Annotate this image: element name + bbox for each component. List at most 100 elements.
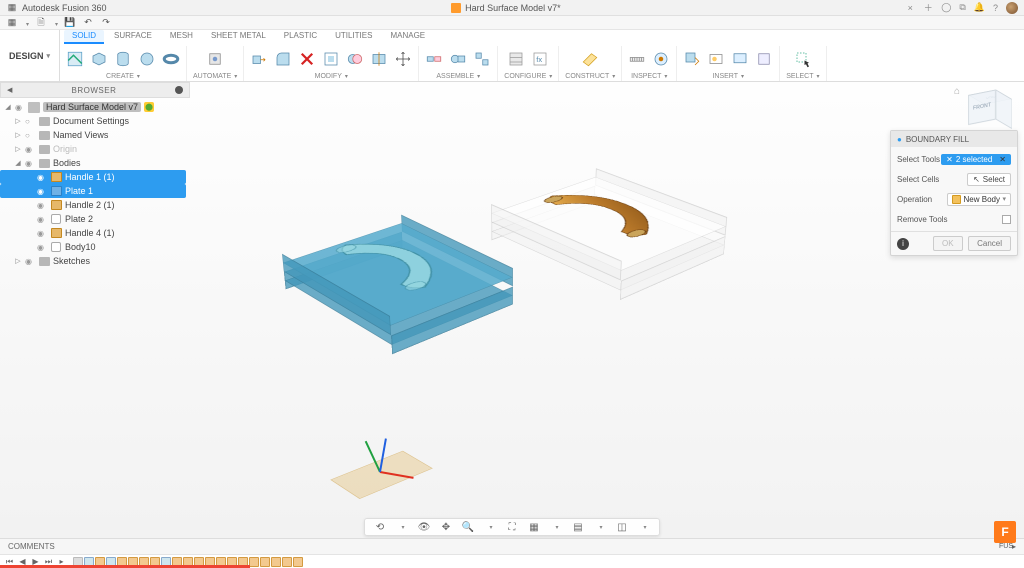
- new-sketch-button[interactable]: [64, 48, 86, 70]
- sphere-button[interactable]: [136, 48, 158, 70]
- file-menu-icon[interactable]: 🗎: [35, 17, 47, 29]
- operation-dropdown[interactable]: New Body ▾: [947, 193, 1011, 206]
- timeline-feature[interactable]: [260, 557, 270, 567]
- model-plate-2[interactable]: [491, 186, 725, 281]
- tree-node[interactable]: ◉Handle 4 (1): [0, 226, 190, 240]
- fit-icon[interactable]: ⛶: [505, 520, 519, 534]
- insert-derive-button[interactable]: [681, 48, 703, 70]
- insert-decal-button[interactable]: [705, 48, 727, 70]
- data-panel-icon[interactable]: ◯: [941, 2, 951, 13]
- show-data-panel-icon[interactable]: ▦: [6, 17, 18, 29]
- press-pull-button[interactable]: [248, 48, 270, 70]
- home-view-icon[interactable]: ⌂: [954, 86, 964, 96]
- timeline-feature[interactable]: [271, 557, 281, 567]
- help-icon[interactable]: ?: [993, 3, 998, 13]
- zoom-icon[interactable]: 🔍: [461, 520, 475, 534]
- new-tab-button[interactable]: ＋: [923, 3, 933, 13]
- timeline-feature[interactable]: [282, 557, 292, 567]
- orbit-icon[interactable]: ⟲: [373, 520, 387, 534]
- fillet-button[interactable]: [272, 48, 294, 70]
- info-icon[interactable]: i: [897, 238, 909, 250]
- tab-solid[interactable]: SOLID: [64, 30, 104, 44]
- tree-node[interactable]: ◉Plate 1: [0, 184, 186, 198]
- qat-dropdown[interactable]: [24, 18, 29, 28]
- group-label-construct[interactable]: CONSTRUCT: [563, 72, 617, 81]
- user-avatar[interactable]: [1006, 2, 1018, 14]
- cursor-icon: ↖: [973, 175, 980, 184]
- rigid-group-button[interactable]: [471, 48, 493, 70]
- group-label-automate[interactable]: AUTOMATE: [191, 72, 239, 81]
- tree-root[interactable]: ◢◉ Hard Surface Model v7 ⬤: [0, 100, 190, 114]
- shell-button[interactable]: [320, 48, 342, 70]
- boundary-fill-panel: BOUNDARY FILL Select Tools ✕ 2 selected …: [890, 130, 1018, 256]
- select-tools-chip[interactable]: ✕ 2 selected ✕: [941, 154, 1011, 165]
- model-plate-1[interactable]: [284, 232, 513, 336]
- notifications-icon[interactable]: 🔔: [974, 2, 985, 13]
- move-button[interactable]: [392, 48, 414, 70]
- tab-utilities[interactable]: UTILITIES: [327, 30, 380, 44]
- select-cells-button[interactable]: ↖ Select: [967, 173, 1011, 186]
- group-label-select[interactable]: SELECT: [784, 72, 821, 81]
- configure-button[interactable]: [505, 48, 527, 70]
- look-at-icon[interactable]: 👁: [417, 520, 431, 534]
- panel-header[interactable]: BOUNDARY FILL: [891, 131, 1017, 147]
- group-label-create[interactable]: CREATE: [104, 72, 142, 81]
- warning-icon[interactable]: ⬤: [144, 102, 154, 112]
- tab-sheet-metal[interactable]: SHEET METAL: [203, 30, 274, 44]
- undo-icon[interactable]: ↶: [82, 17, 94, 29]
- group-label-configure[interactable]: CONFIGURE: [502, 72, 554, 81]
- group-label-insert[interactable]: INSERT: [710, 72, 746, 81]
- save-icon[interactable]: 💾: [64, 17, 76, 29]
- tree-node[interactable]: ◉Handle 1 (1): [0, 170, 186, 184]
- tab-mesh[interactable]: MESH: [162, 30, 201, 44]
- comments-bar[interactable]: COMMENTS ▸: [0, 538, 1024, 554]
- browser-header[interactable]: ◀ BROWSER: [0, 82, 190, 98]
- construct-plane-button[interactable]: [579, 48, 601, 70]
- extensions-icon[interactable]: ⧉: [959, 2, 965, 13]
- tree-node[interactable]: ◉Body10: [0, 240, 190, 254]
- tab-plastic[interactable]: PLASTIC: [276, 30, 325, 44]
- measure-button[interactable]: [626, 48, 648, 70]
- joint-button[interactable]: [423, 48, 445, 70]
- group-label-assemble[interactable]: ASSEMBLE: [434, 72, 482, 81]
- change-parameters-button[interactable]: fx: [529, 48, 551, 70]
- pan-icon[interactable]: ✥: [439, 520, 453, 534]
- tab-manage[interactable]: MANAGE: [382, 30, 433, 44]
- ok-button[interactable]: OK: [933, 236, 963, 251]
- insert-svg-button[interactable]: [753, 48, 775, 70]
- tree-node[interactable]: ▷○Named Views: [0, 128, 190, 142]
- insert-canvas-button[interactable]: [729, 48, 751, 70]
- remove-tools-checkbox[interactable]: [1002, 215, 1011, 224]
- view-cube[interactable]: ⌂ TOP FRONT: [968, 90, 1012, 134]
- as-built-joint-button[interactable]: [447, 48, 469, 70]
- delete-button[interactable]: [296, 48, 318, 70]
- timeline-feature[interactable]: [249, 557, 259, 567]
- viewports-icon[interactable]: ◫: [615, 520, 629, 534]
- clear-selection-icon[interactable]: ✕: [999, 155, 1006, 164]
- torus-button[interactable]: [160, 48, 182, 70]
- combine-button[interactable]: [344, 48, 366, 70]
- tree-node[interactable]: ▷◉Origin: [0, 142, 190, 156]
- browser-options-icon[interactable]: [175, 86, 183, 94]
- box-button[interactable]: [88, 48, 110, 70]
- group-label-modify[interactable]: MODIFY: [313, 72, 350, 81]
- automate-button[interactable]: [204, 48, 226, 70]
- section-analysis-button[interactable]: [650, 48, 672, 70]
- group-label-inspect[interactable]: INSPECT: [629, 72, 669, 81]
- tab-surface[interactable]: SURFACE: [106, 30, 160, 44]
- tree-node[interactable]: ▷◉Sketches: [0, 254, 190, 268]
- tree-node[interactable]: ◉Plate 2: [0, 212, 190, 226]
- split-button[interactable]: [368, 48, 390, 70]
- tree-node[interactable]: ◉Handle 2 (1): [0, 198, 190, 212]
- timeline-feature[interactable]: [293, 557, 303, 567]
- tree-node[interactable]: ◢◉Bodies: [0, 156, 190, 170]
- redo-icon[interactable]: ↷: [100, 17, 112, 29]
- display-settings-icon[interactable]: ▦: [527, 520, 541, 534]
- cylinder-button[interactable]: [112, 48, 134, 70]
- close-tab-button[interactable]: ×: [905, 3, 915, 13]
- grid-settings-icon[interactable]: ▤: [571, 520, 585, 534]
- workspace-switcher[interactable]: DESIGN▾: [0, 30, 60, 81]
- select-button[interactable]: [792, 48, 814, 70]
- tree-node[interactable]: ▷○Document Settings: [0, 114, 190, 128]
- cancel-button[interactable]: Cancel: [968, 236, 1011, 251]
